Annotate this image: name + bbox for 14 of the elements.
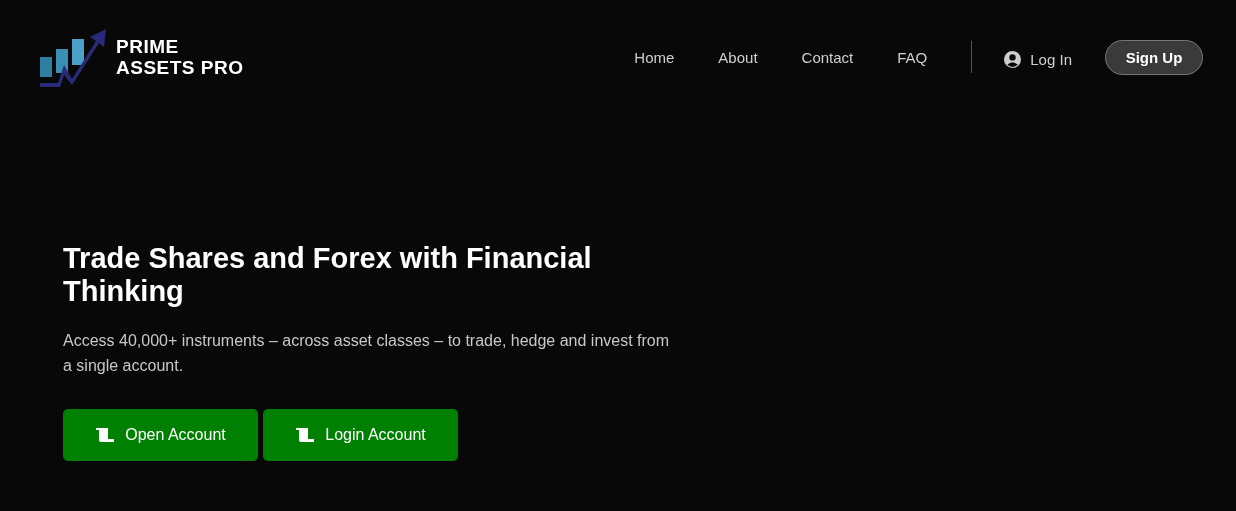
user-icon [1004,50,1022,68]
hero-title: Trade Shares and Forex with Financial Thinking [63,242,593,308]
scroll-icon [95,427,116,443]
account-button[interactable]: Login Account [263,409,458,461]
scroll-icon [295,427,316,443]
login-link[interactable]: Log In [1004,50,1072,68]
account-button[interactable]: Open Account [63,409,258,461]
hero-subtitle: Access 40,000+ instruments – across asset classes – to trade, hedge and invest from a single account. [63,331,671,376]
brand-name[interactable]: PRIME ASSETS PRO [116,36,244,78]
nav-link[interactable]: Home [634,48,675,66]
signup-button[interactable]: Sign Up [1105,39,1203,75]
nav-link[interactable]: Contact [801,48,854,66]
nav-link[interactable]: FAQ [897,48,928,66]
nav-link[interactable]: About [718,48,758,66]
